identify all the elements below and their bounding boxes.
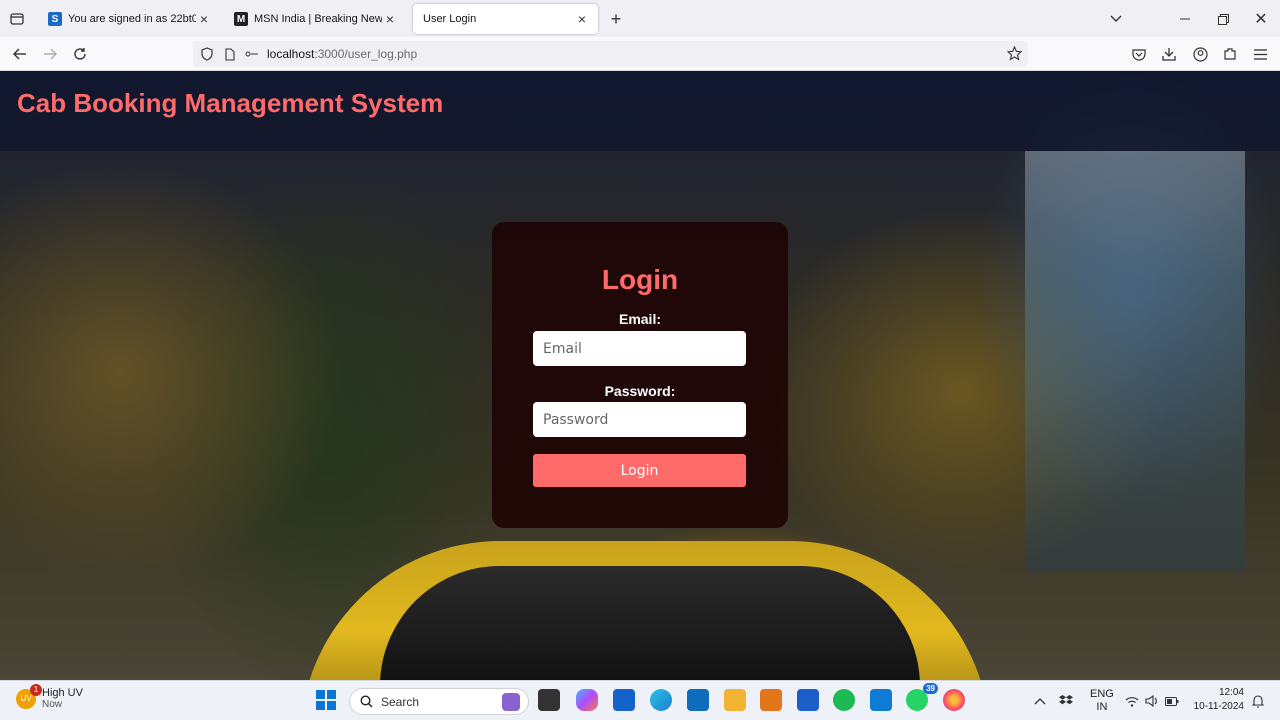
battery-icon[interactable]	[1165, 681, 1179, 720]
url-text[interactable]: localhost:3000/user_log.php	[267, 47, 417, 61]
page-viewport: Cab Booking Management System Login Emai…	[0, 71, 1280, 680]
tab-title: You are signed in as 22bt067	[68, 13, 196, 25]
login-button[interactable]: Login	[533, 454, 746, 487]
search-icon	[360, 695, 373, 708]
tab-msn[interactable]: M MSN India | Breaking News, Ent ×	[226, 4, 406, 34]
tab-user-login[interactable]: User Login ×	[413, 4, 598, 34]
downloads-icon[interactable]	[1160, 45, 1178, 63]
email-field[interactable]	[533, 331, 746, 366]
weather-subtitle: Now	[42, 699, 63, 710]
login-heading: Login	[601, 264, 679, 295]
close-window-icon[interactable]: ✕	[1252, 10, 1270, 28]
notification-bell-icon[interactable]	[1252, 681, 1264, 720]
search-placeholder: Search	[381, 694, 420, 709]
spotify-icon[interactable]	[833, 689, 855, 711]
search-highlight-icon	[502, 693, 520, 711]
whatsapp-badge: 39	[923, 683, 938, 694]
restore-window-icon[interactable]	[1214, 10, 1232, 28]
browser-nav-bar: localhost:3000/user_log.php	[0, 37, 1280, 71]
weather-title: High UV	[42, 687, 83, 699]
browser-tab-strip: S You are signed in as 22bt067 × M MSN I…	[0, 0, 1280, 37]
firefox-icon[interactable]	[943, 689, 965, 711]
close-tab-icon[interactable]: ×	[574, 11, 590, 27]
pocket-icon[interactable]	[1130, 45, 1148, 63]
weather-badge: 1	[30, 683, 42, 696]
weather-widget[interactable]: UV 1 High UV Now	[16, 683, 83, 710]
task-view-icon[interactable]	[538, 689, 560, 711]
address-bar[interactable]: localhost:3000/user_log.php	[193, 41, 1028, 67]
account-icon[interactable]	[1191, 45, 1209, 63]
taskbar-search[interactable]: Search	[349, 688, 529, 715]
volume-icon[interactable]	[1145, 681, 1159, 720]
edge-browser-icon[interactable]	[650, 689, 672, 711]
reload-icon[interactable]	[71, 45, 89, 63]
uv-sun-icon: UV 1	[16, 683, 42, 709]
permissions-icon[interactable]	[245, 49, 259, 59]
menu-hamburger-icon[interactable]	[1251, 45, 1269, 63]
list-tabs-chevron-icon[interactable]	[1107, 10, 1125, 28]
show-hidden-icons-chevron-icon[interactable]	[1034, 681, 1046, 720]
language-indicator[interactable]: ENG IN	[1090, 681, 1114, 720]
password-field[interactable]	[533, 402, 746, 437]
file-explorer-icon[interactable]	[724, 689, 746, 711]
tab-title: MSN India | Breaking News, Ent	[254, 13, 382, 25]
windows-start-icon[interactable]	[315, 689, 337, 711]
bookmark-star-icon[interactable]	[1006, 45, 1023, 64]
background-car-windshield	[380, 566, 920, 680]
wifi-icon[interactable]	[1125, 681, 1139, 720]
minimize-window-icon[interactable]	[1176, 10, 1194, 28]
password-label: Password:	[604, 383, 676, 399]
tab-title: User Login	[423, 13, 477, 25]
email-label: Email:	[618, 311, 661, 327]
vscode-icon[interactable]	[870, 689, 892, 711]
windows-taskbar: UV 1 High UV Now Search 39 ENG IN 12:04 …	[0, 680, 1280, 720]
site-header: Cab Booking Management System	[0, 71, 1280, 151]
microsoft-store-icon[interactable]	[613, 689, 635, 711]
login-card: Login Email: Password: Login	[492, 222, 788, 528]
close-tab-icon[interactable]: ×	[196, 11, 212, 27]
remote-app-icon[interactable]	[797, 689, 819, 711]
tracking-shield-icon[interactable]	[201, 47, 215, 61]
copilot-icon[interactable]	[576, 689, 598, 711]
tab-overview-icon[interactable]	[8, 10, 26, 28]
site-favicon-icon: S	[48, 12, 62, 26]
whatsapp-icon[interactable]: 39	[906, 683, 938, 711]
system-clock[interactable]: 12:04 10-11-2024	[1194, 686, 1244, 714]
tab-signed-in[interactable]: S You are signed in as 22bt067 ×	[40, 4, 220, 34]
new-tab-plus-icon[interactable]: +	[607, 9, 625, 29]
extensions-icon[interactable]	[1221, 45, 1239, 63]
desktop-app-icon[interactable]	[687, 689, 709, 711]
xampp-icon[interactable]	[760, 689, 782, 711]
msn-favicon-icon: M	[234, 12, 248, 26]
close-tab-icon[interactable]: ×	[382, 11, 398, 27]
back-arrow-icon[interactable]	[11, 45, 29, 63]
background-building	[1025, 151, 1245, 571]
forward-arrow-icon[interactable]	[41, 45, 59, 63]
page-info-icon[interactable]	[225, 47, 237, 61]
site-title: Cab Booking Management System	[17, 88, 444, 118]
dropbox-icon[interactable]	[1059, 681, 1073, 720]
